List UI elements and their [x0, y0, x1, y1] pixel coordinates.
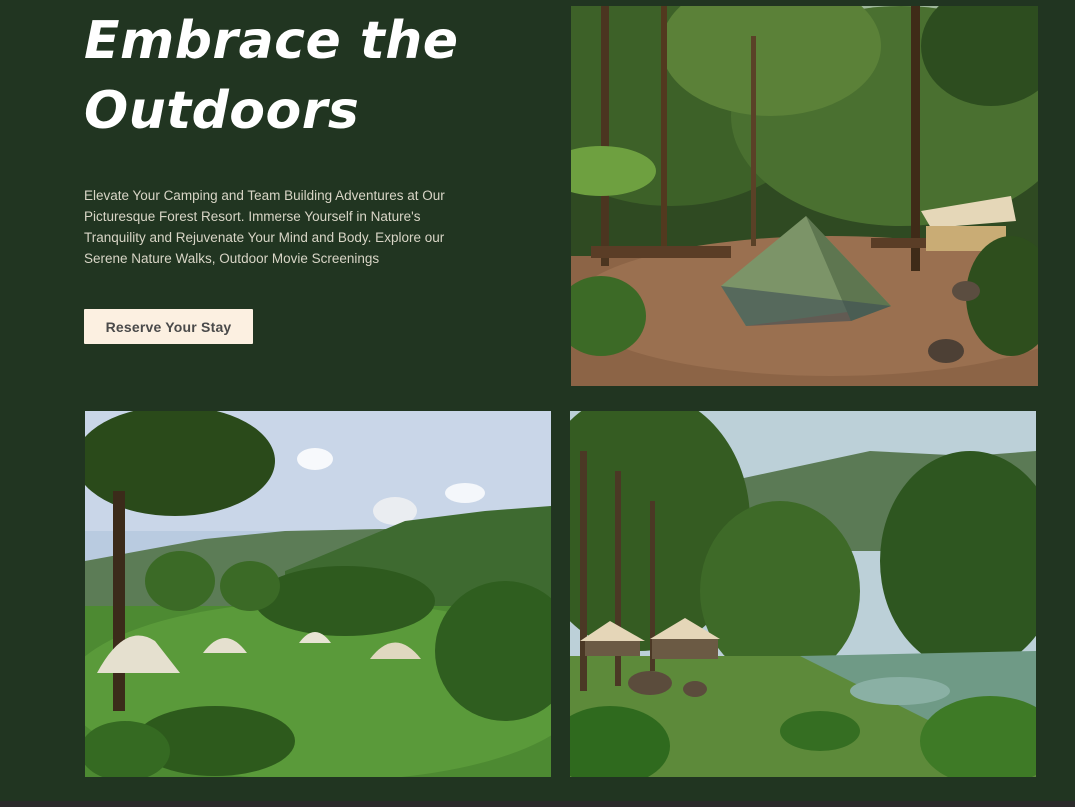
reserve-stay-button[interactable]: Reserve Your Stay [84, 309, 253, 344]
hero-title: Embrace the Outdoors [84, 11, 459, 141]
riverside-canopy-photo [570, 411, 1036, 777]
bottom-divider [0, 801, 1075, 807]
hero-description: Elevate Your Camping and Team Building A… [84, 188, 445, 266]
forest-campsite-photo [571, 6, 1038, 386]
meadow-tents-photo [85, 411, 551, 777]
